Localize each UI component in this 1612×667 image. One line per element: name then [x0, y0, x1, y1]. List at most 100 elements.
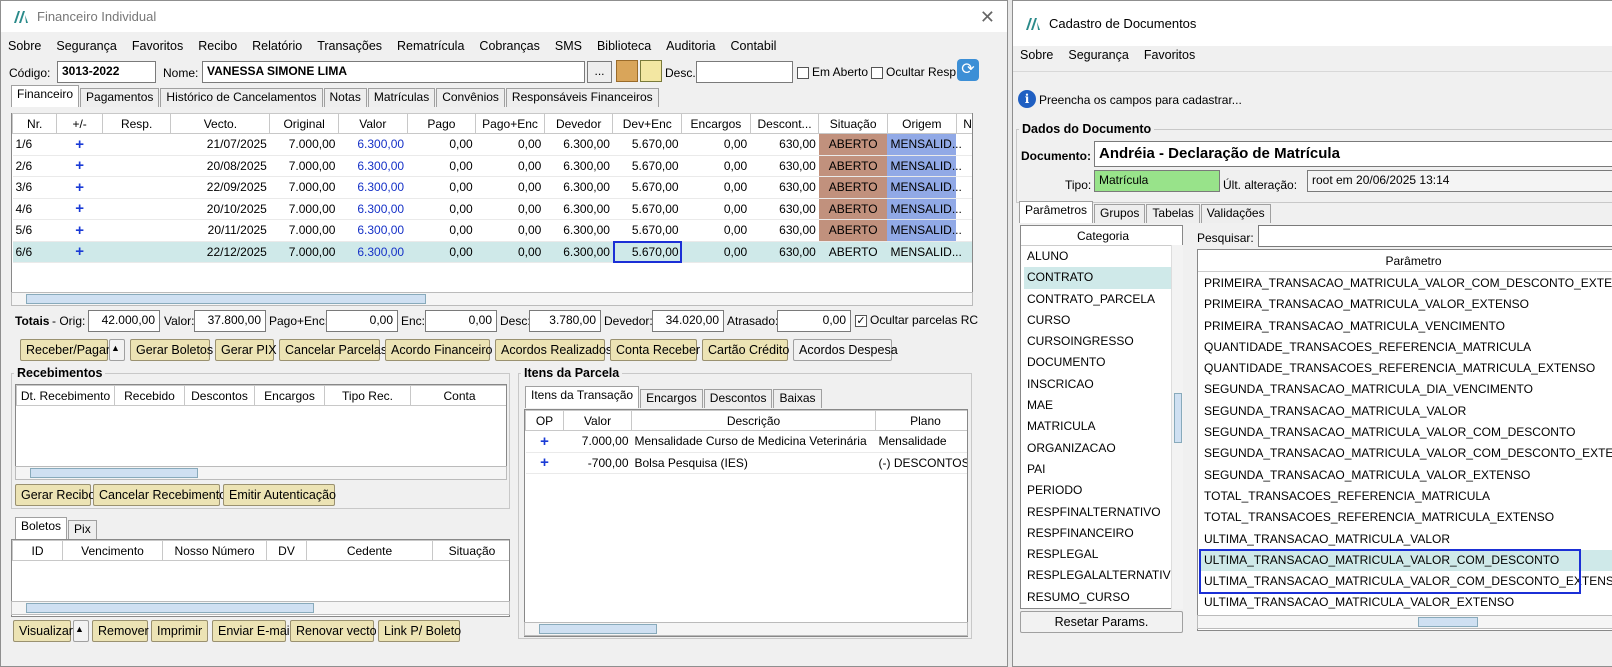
- list-item[interactable]: INSCRICAO: [1024, 374, 1182, 395]
- column-header[interactable]: +/-: [56, 113, 103, 134]
- column-header[interactable]: Encargos: [681, 113, 751, 134]
- list-item[interactable]: DOCUMENTO: [1024, 352, 1182, 373]
- codigo-field[interactable]: 3013-2022: [57, 61, 156, 83]
- edit-note-icon[interactable]: [640, 60, 662, 82]
- column-header[interactable]: Recebido: [114, 385, 185, 406]
- list-item[interactable]: PAI: [1024, 459, 1182, 480]
- tab-itens-da-transacao[interactable]: Itens da Transação: [525, 386, 640, 408]
- tab-matriculas[interactable]: Matrículas: [367, 88, 436, 107]
- column-header[interactable]: Nosso Número: [162, 540, 267, 561]
- column-header[interactable]: Pago+Enc: [475, 113, 545, 134]
- recebimentos-scrollbar[interactable]: [15, 466, 507, 480]
- menu-relatorio[interactable]: Relatório: [252, 39, 302, 53]
- table-row[interactable]: +7.000,00 Mensalidade Curso de Medicina V…: [525, 430, 967, 453]
- list-item[interactable]: CURSOINGRESSO: [1024, 331, 1182, 352]
- boletos-scrollbar[interactable]: [11, 601, 510, 615]
- acordos-despesa-button[interactable]: Acordos Despesa: [793, 339, 898, 361]
- tab-pix[interactable]: Pix: [68, 520, 97, 539]
- link-p-boleto-button[interactable]: Link P/ Boleto: [378, 620, 461, 642]
- cancelar-parcelas-button[interactable]: Cancelar Parcelas: [279, 339, 387, 361]
- categoria-scrollbar[interactable]: [1171, 245, 1183, 609]
- column-header[interactable]: Pago: [406, 113, 477, 134]
- menu-rematricula[interactable]: Rematrícula: [397, 39, 464, 53]
- list-item[interactable]: ALUNO: [1024, 246, 1182, 267]
- list-item[interactable]: PRIMEIRA_TRANSACAO_MATRICULA_VALOR_COM_D…: [1201, 273, 1612, 294]
- list-item[interactable]: CONTRATO_PARCELA: [1024, 289, 1182, 310]
- tab-convenios[interactable]: Convênios: [436, 88, 505, 107]
- column-header[interactable]: Valor: [563, 410, 632, 431]
- menu-seguranca[interactable]: Segurança: [56, 39, 116, 53]
- receber-pagar-button[interactable]: Receber/Pagar: [20, 339, 110, 361]
- ocultar-resp-checkbox[interactable]: Ocultar Resp.: [871, 65, 959, 79]
- list-item[interactable]: SEGUNDA_TRANSACAO_MATRICULA_VALOR_EXTENS…: [1201, 465, 1612, 486]
- list-item[interactable]: MATRICULA: [1024, 416, 1182, 437]
- ellipsis-button[interactable]: ...: [587, 61, 612, 83]
- menu-sms[interactable]: SMS: [555, 39, 582, 53]
- list-item[interactable]: SEGUNDA_TRANSACAO_MATRICULA_VALOR_COM_DE…: [1201, 443, 1612, 464]
- list-item[interactable]: TOTAL_TRANSACOES_REFERENCIA_MATRICULA: [1201, 486, 1612, 507]
- gerar-recibo-button[interactable]: Gerar Recibo: [15, 484, 95, 506]
- column-header[interactable]: Situação: [818, 113, 888, 134]
- ocultar-parcelas-checkbox[interactable]: ✓ Ocultar parcelas RC: [855, 313, 978, 327]
- table-row[interactable]: 6/6 +22/12/2025 7.000,00 6.300,00 0,00 0,00 6.…: [12, 241, 972, 263]
- tab-baixas[interactable]: Baixas: [773, 389, 822, 408]
- column-header[interactable]: Conta: [410, 385, 506, 406]
- table-row[interactable]: + -700,00 Bolsa Pesquisa (IES) (-) DESCONTO…: [525, 452, 967, 474]
- menu-favoritos[interactable]: Favoritos: [1144, 48, 1195, 62]
- horizontal-scrollbar[interactable]: [11, 292, 973, 306]
- menu-favoritos[interactable]: Favoritos: [132, 39, 183, 53]
- column-header[interactable]: Resp.: [101, 113, 172, 134]
- close-icon[interactable]: ✕: [980, 7, 995, 28]
- list-item[interactable]: PRIMEIRA_TRANSACAO_MATRICULA_VALOR_EXTEN…: [1201, 294, 1612, 315]
- menu-transacoes[interactable]: Transações: [317, 39, 382, 53]
- imprimir-button[interactable]: Imprimir: [151, 620, 208, 642]
- tab-tabelas[interactable]: Tabelas: [1146, 204, 1200, 223]
- list-item[interactable]: PERIODO: [1024, 480, 1182, 501]
- tab-historico-de-cancelamentos[interactable]: Histórico de Cancelamentos: [160, 88, 323, 107]
- desc-field[interactable]: [696, 61, 793, 83]
- column-header[interactable]: Tipo Rec.: [324, 385, 411, 406]
- menu-sobre[interactable]: Sobre: [8, 39, 41, 53]
- column-header[interactable]: Vencimento: [62, 540, 163, 561]
- gerar-boletos-button[interactable]: Gerar Boletos: [130, 339, 213, 361]
- list-item[interactable]: ULTIMA_TRANSACAO_MATRICULA_VALOR_EXTENSO: [1201, 592, 1612, 613]
- tab-pagamentos[interactable]: Pagamentos: [80, 88, 160, 107]
- column-header[interactable]: Cedente: [306, 540, 433, 561]
- acordo-financeiro-button[interactable]: Acordo Financeiro: [385, 339, 492, 361]
- list-item[interactable]: ULTIMA_TRANSACAO_MATRICULA_VALOR: [1201, 529, 1612, 550]
- menu-auditoria[interactable]: Auditoria: [666, 39, 715, 53]
- refresh-icon[interactable]: ⟳: [957, 59, 979, 81]
- list-item[interactable]: RESPFINALTERNATIVO: [1024, 502, 1182, 523]
- list-item[interactable]: QUANTIDADE_TRANSACOES_REFERENCIA_MATRICU…: [1201, 358, 1612, 379]
- list-item[interactable]: SEGUNDA_TRANSACAO_MATRICULA_VALOR: [1201, 401, 1612, 422]
- itens-scrollbar[interactable]: [524, 622, 968, 636]
- list-item[interactable]: SEGUNDA_TRANSACAO_MATRICULA_VALOR_COM_DE…: [1201, 422, 1612, 443]
- parametro-scrollbar[interactable]: [1197, 615, 1612, 629]
- tab-descontos[interactable]: Descontos: [703, 389, 773, 408]
- renovar-vecto-button[interactable]: Renovar vecto: [290, 620, 377, 642]
- list-item[interactable]: RESPLEGALALTERNATIVO: [1024, 565, 1182, 586]
- table-row[interactable]: 1/6 +21/07/2025 7.000,00 6.300,00 0,00 0,00 6.…: [12, 133, 972, 156]
- acordos-realizados-button[interactable]: Acordos Realizados: [495, 339, 612, 361]
- column-header[interactable]: Situação: [432, 540, 509, 561]
- column-header[interactable]: Dt. Recebimento: [16, 385, 115, 406]
- dropdown-arrow-button[interactable]: ▲: [73, 620, 89, 642]
- menu-contabil[interactable]: Contabil: [731, 39, 777, 53]
- list-item[interactable]: ORGANIZACAO: [1024, 438, 1182, 459]
- table-row[interactable]: 4/6 +20/10/2025 7.000,00 6.300,00 0,00 0,00 6.…: [12, 198, 972, 220]
- column-header[interactable]: Encargos: [254, 385, 325, 406]
- menu-cobrancas[interactable]: Cobranças: [479, 39, 539, 53]
- nome-field[interactable]: VANESSA SIMONE LIMA: [202, 61, 585, 83]
- list-item[interactable]: TOTAL_TRANSACOES_REFERENCIA_MATRICULA_EX…: [1201, 507, 1612, 528]
- column-header[interactable]: OP: [525, 410, 564, 431]
- documento-field[interactable]: Andréia - Declaração de Matrícula: [1094, 141, 1612, 167]
- menu-sobre[interactable]: Sobre: [1020, 48, 1053, 62]
- emitir-autenticacao-button[interactable]: Emitir Autenticação: [223, 484, 336, 506]
- column-header[interactable]: Plano: [875, 410, 967, 431]
- tab-notas[interactable]: Notas: [323, 88, 367, 107]
- column-header[interactable]: Original: [269, 113, 339, 134]
- table-row[interactable]: 3/6 +22/09/2025 7.000,00 6.300,00 0,00 0,00 6.…: [12, 176, 972, 199]
- table-row[interactable]: 2/6 +20/08/2025 7.000,00 6.300,00 0,00 0,00 6.…: [12, 155, 972, 177]
- tab-validacoes[interactable]: Validações: [1200, 204, 1271, 223]
- list-item[interactable]: MAE: [1024, 395, 1182, 416]
